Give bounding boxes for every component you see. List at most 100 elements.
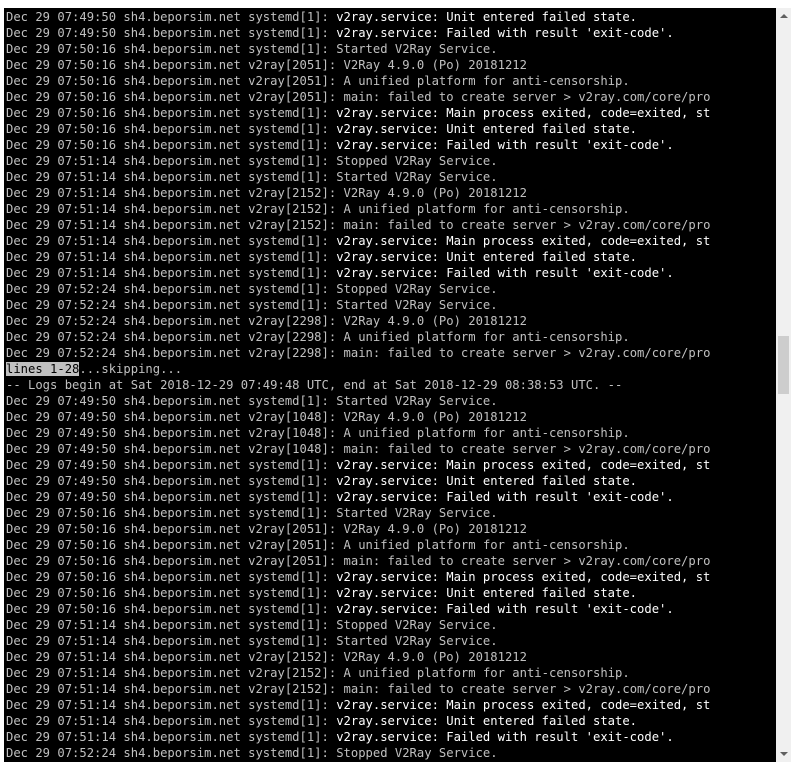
log-line-prefix: Dec 29 07:50:16 sh4.beporsim.net systemd… [6, 122, 337, 136]
log-line: Dec 29 07:51:14 sh4.beporsim.net systemd… [6, 169, 776, 185]
log-line-prefix: Dec 29 07:49:50 sh4.beporsim.net systemd… [6, 458, 337, 472]
log-line: Dec 29 07:51:14 sh4.beporsim.net v2ray[2… [6, 665, 776, 681]
log-line-message: v2ray.service: Main process exited, code… [336, 698, 711, 712]
log-line-prefix: Dec 29 07:51:14 sh4.beporsim.net systemd… [6, 234, 337, 248]
log-line-prefix: Dec 29 07:50:16 sh4.beporsim.net v2ray[2… [6, 74, 344, 88]
log-line-prefix: Dec 29 07:51:14 sh4.beporsim.net systemd… [6, 634, 337, 648]
scrollbar-thumb[interactable] [778, 336, 789, 394]
log-line-prefix: Dec 29 07:51:14 sh4.beporsim.net systemd… [6, 618, 337, 632]
log-line-message: Started V2Ray Service. [336, 42, 498, 56]
log-line-prefix: Dec 29 07:50:16 sh4.beporsim.net v2ray[2… [6, 554, 344, 568]
pager-status: lines 1-28 [6, 362, 80, 376]
log-line: Dec 29 07:50:16 sh4.beporsim.net v2ray[2… [6, 89, 776, 105]
log-line: Dec 29 07:50:16 sh4.beporsim.net systemd… [6, 601, 776, 617]
log-line-prefix: Dec 29 07:50:16 sh4.beporsim.net systemd… [6, 602, 337, 616]
log-line-message: main: failed to create server > v2ray.co… [343, 442, 711, 456]
log-line-message: Started V2Ray Service. [336, 394, 498, 408]
log-line-prefix: Dec 29 07:52:24 sh4.beporsim.net systemd… [6, 746, 337, 760]
log-line-prefix: Dec 29 07:51:14 sh4.beporsim.net systemd… [6, 698, 337, 712]
log-line-message: v2ray.service: Failed with result 'exit-… [336, 266, 674, 280]
log-line-message: V2Ray 4.9.0 (Po) 20181212 [343, 58, 527, 72]
log-line: Dec 29 07:50:16 sh4.beporsim.net v2ray[2… [6, 553, 776, 569]
log-line: Dec 29 07:50:16 sh4.beporsim.net systemd… [6, 121, 776, 137]
log-line-prefix: Dec 29 07:50:16 sh4.beporsim.net systemd… [6, 506, 337, 520]
log-line-prefix: Dec 29 07:51:14 sh4.beporsim.net systemd… [6, 250, 337, 264]
log-line-prefix: Dec 29 07:49:50 sh4.beporsim.net v2ray[1… [6, 426, 344, 440]
log-line: Dec 29 07:52:24 sh4.beporsim.net v2ray[2… [6, 313, 776, 329]
log-line: Dec 29 07:51:14 sh4.beporsim.net systemd… [6, 697, 776, 713]
log-line-message: A unified platform for anti-censorship. [343, 666, 630, 680]
log-line-prefix: Dec 29 07:50:16 sh4.beporsim.net v2ray[2… [6, 522, 344, 536]
log-line-prefix: Dec 29 07:51:14 sh4.beporsim.net v2ray[2… [6, 666, 344, 680]
log-line: Dec 29 07:49:50 sh4.beporsim.net systemd… [6, 457, 776, 473]
log-line-message: main: failed to create server > v2ray.co… [343, 554, 711, 568]
log-line-prefix: Dec 29 07:51:14 sh4.beporsim.net v2ray[2… [6, 202, 344, 216]
down-arrow-icon [779, 752, 788, 756]
log-line: Dec 29 07:51:14 sh4.beporsim.net v2ray[2… [6, 681, 776, 697]
log-line-message: Started V2Ray Service. [336, 634, 498, 648]
log-line-prefix: Dec 29 07:49:50 sh4.beporsim.net systemd… [6, 474, 337, 488]
log-line: Dec 29 07:49:50 sh4.beporsim.net v2ray[1… [6, 441, 776, 457]
log-line-prefix: Dec 29 07:50:16 sh4.beporsim.net v2ray[2… [6, 538, 344, 552]
log-line-prefix: Dec 29 07:51:14 sh4.beporsim.net systemd… [6, 714, 337, 728]
log-line: Dec 29 07:49:50 sh4.beporsim.net v2ray[1… [6, 425, 776, 441]
log-line: Dec 29 07:49:50 sh4.beporsim.net systemd… [6, 393, 776, 409]
log-line-message: v2ray.service: Unit entered failed state… [336, 122, 638, 136]
vertical-scrollbar[interactable] [776, 8, 791, 762]
log-line-prefix: Dec 29 07:52:24 sh4.beporsim.net v2ray[2… [6, 330, 344, 344]
log-line: Dec 29 07:50:16 sh4.beporsim.net systemd… [6, 569, 776, 585]
log-line: -- Logs begin at Sat 2018-12-29 07:49:48… [6, 377, 776, 393]
log-line-prefix: Dec 29 07:51:14 sh4.beporsim.net v2ray[2… [6, 682, 344, 696]
log-line-message: main: failed to create server > v2ray.co… [343, 346, 711, 360]
log-line: Dec 29 07:49:50 sh4.beporsim.net systemd… [6, 25, 776, 41]
log-line-message: A unified platform for anti-censorship. [343, 538, 630, 552]
log-line-message: v2ray.service: Main process exited, code… [336, 106, 711, 120]
log-line-prefix: Dec 29 07:51:14 sh4.beporsim.net systemd… [6, 154, 337, 168]
log-line: Dec 29 07:51:14 sh4.beporsim.net systemd… [6, 617, 776, 633]
log-line-message: V2Ray 4.9.0 (Po) 20181212 [343, 522, 527, 536]
log-line: Dec 29 07:50:16 sh4.beporsim.net systemd… [6, 585, 776, 601]
log-line-prefix: -- Logs begin at Sat 2018-12-29 07:49:48… [6, 378, 623, 392]
log-line-prefix: Dec 29 07:49:50 sh4.beporsim.net systemd… [6, 394, 337, 408]
log-line: Dec 29 07:49:50 sh4.beporsim.net systemd… [6, 9, 776, 25]
log-line-prefix: Dec 29 07:49:50 sh4.beporsim.net systemd… [6, 10, 337, 24]
log-line-message: v2ray.service: Unit entered failed state… [336, 714, 638, 728]
log-line-message: main: failed to create server > v2ray.co… [343, 90, 711, 104]
log-line-message: v2ray.service: Main process exited, code… [336, 234, 711, 248]
log-line-prefix: Dec 29 07:51:14 sh4.beporsim.net systemd… [6, 730, 337, 744]
log-line-prefix: Dec 29 07:50:16 sh4.beporsim.net v2ray[2… [6, 58, 344, 72]
log-line-prefix: Dec 29 07:52:24 sh4.beporsim.net systemd… [6, 298, 337, 312]
log-line-prefix: Dec 29 07:51:14 sh4.beporsim.net v2ray[2… [6, 650, 344, 664]
log-line-message: V2Ray 4.9.0 (Po) 20181212 [343, 314, 527, 328]
log-line: Dec 29 07:52:24 sh4.beporsim.net v2ray[2… [6, 329, 776, 345]
log-line: Dec 29 07:50:16 sh4.beporsim.net systemd… [6, 137, 776, 153]
log-line-prefix: Dec 29 07:51:14 sh4.beporsim.net systemd… [6, 266, 337, 280]
log-line-message: v2ray.service: Unit entered failed state… [336, 586, 638, 600]
log-line-message: A unified platform for anti-censorship. [343, 426, 630, 440]
log-line-prefix: Dec 29 07:49:50 sh4.beporsim.net systemd… [6, 26, 337, 40]
log-line-prefix: Dec 29 07:51:14 sh4.beporsim.net v2ray[2… [6, 186, 344, 200]
log-line: Dec 29 07:52:24 sh4.beporsim.net v2ray[2… [6, 345, 776, 361]
log-line: Dec 29 07:51:14 sh4.beporsim.net systemd… [6, 153, 776, 169]
log-line-message: V2Ray 4.9.0 (Po) 20181212 [343, 410, 527, 424]
log-line: Dec 29 07:51:14 sh4.beporsim.net systemd… [6, 729, 776, 745]
up-arrow-icon [779, 14, 788, 18]
log-line: Dec 29 07:51:14 sh4.beporsim.net v2ray[2… [6, 185, 776, 201]
log-line: Dec 29 07:51:14 sh4.beporsim.net systemd… [6, 249, 776, 265]
scroll-up-button[interactable] [776, 8, 791, 24]
log-line-prefix: Dec 29 07:52:24 sh4.beporsim.net v2ray[2… [6, 346, 344, 360]
log-line-prefix: Dec 29 07:49:50 sh4.beporsim.net v2ray[1… [6, 410, 344, 424]
log-line-message: Started V2Ray Service. [336, 506, 498, 520]
log-line-prefix: Dec 29 07:52:24 sh4.beporsim.net v2ray[2… [6, 314, 344, 328]
log-line: Dec 29 07:50:16 sh4.beporsim.net v2ray[2… [6, 521, 776, 537]
terminal-output[interactable]: Dec 29 07:49:50 sh4.beporsim.net systemd… [4, 8, 776, 762]
log-line-prefix: Dec 29 07:49:50 sh4.beporsim.net systemd… [6, 490, 337, 504]
log-line-message: v2ray.service: Failed with result 'exit-… [336, 730, 674, 744]
pager-status-line: lines 1-28...skipping... [6, 361, 776, 377]
log-line-prefix: Dec 29 07:50:16 sh4.beporsim.net systemd… [6, 106, 337, 120]
log-line-prefix: Dec 29 07:50:16 sh4.beporsim.net systemd… [6, 586, 337, 600]
scroll-down-button[interactable] [776, 746, 791, 762]
log-line-message: main: failed to create server > v2ray.co… [343, 682, 711, 696]
log-line: Dec 29 07:51:14 sh4.beporsim.net systemd… [6, 713, 776, 729]
log-line-message: main: failed to create server > v2ray.co… [343, 218, 711, 232]
